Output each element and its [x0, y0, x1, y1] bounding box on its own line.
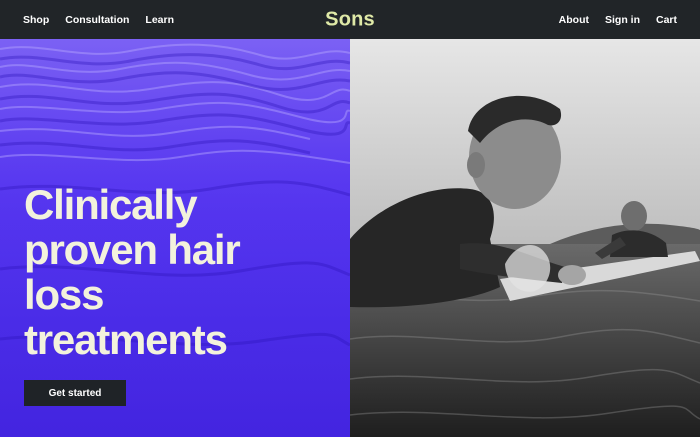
nav-link-sign-in[interactable]: Sign in	[605, 14, 640, 26]
nav-link-cart[interactable]: Cart	[656, 14, 677, 26]
hero-headline: Clinically proven hair loss treatments	[24, 182, 324, 362]
brand-logo[interactable]: Sons	[325, 8, 375, 31]
hero-water-panel: Clinically proven hair loss treatments G…	[0, 39, 350, 437]
hero-headline-line-1: Clinically	[24, 181, 198, 228]
nav-link-shop[interactable]: Shop	[23, 14, 49, 26]
nav-link-learn[interactable]: Learn	[145, 14, 174, 26]
nav-link-consultation[interactable]: Consultation	[65, 14, 129, 26]
nav-left: Shop Consultation Learn	[23, 14, 174, 26]
hero-headline-line-3: loss	[24, 271, 104, 318]
hero-headline-line-4: treatments	[24, 316, 228, 363]
nav-right: About Sign in Cart	[559, 14, 677, 26]
hero-photo-panel	[350, 39, 700, 437]
get-started-button[interactable]: Get started	[24, 380, 126, 406]
hero-headline-line-2: proven hair	[24, 226, 241, 273]
nav-link-about[interactable]: About	[559, 14, 589, 26]
surfer-photo-image	[350, 39, 700, 437]
top-nav: Shop Consultation Learn Sons About Sign …	[0, 0, 700, 39]
